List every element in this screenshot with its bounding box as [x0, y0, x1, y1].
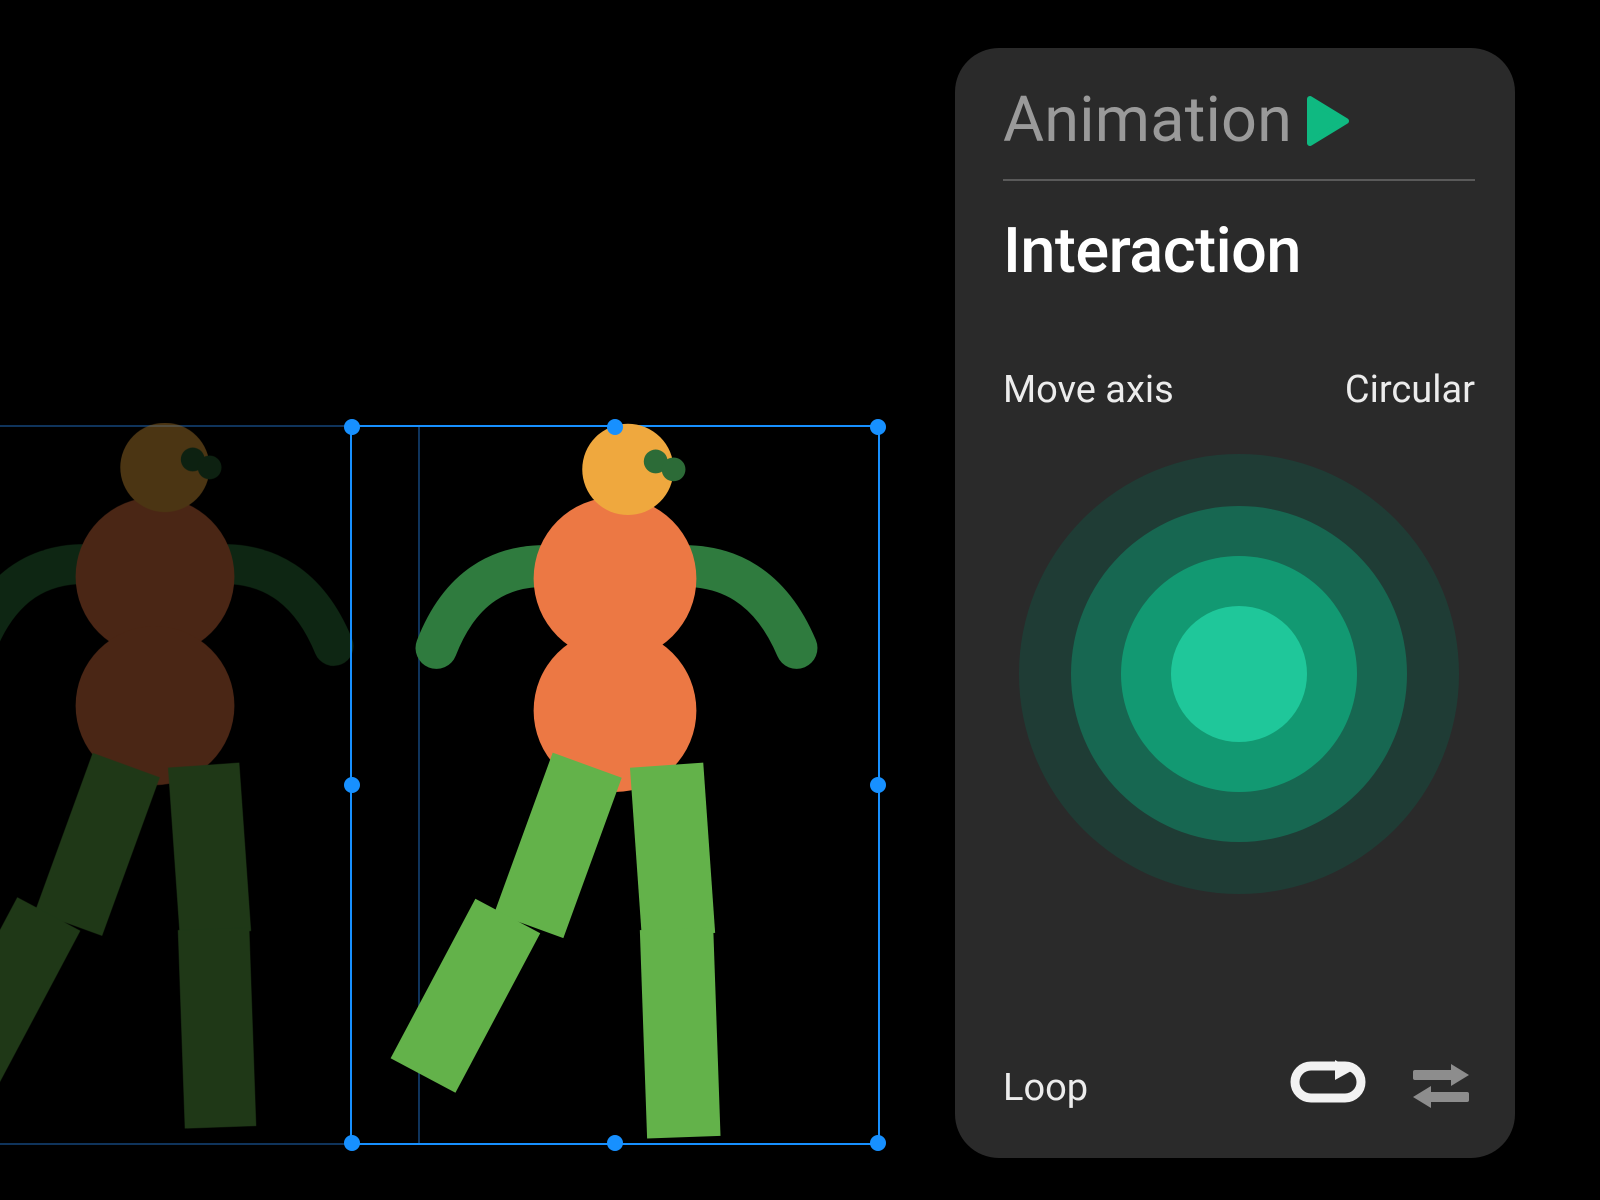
move-axis-row[interactable]: Move axis Circular: [1003, 368, 1475, 412]
selection-handle[interactable]: [870, 777, 886, 793]
swap-arrows-icon[interactable]: [1407, 1058, 1475, 1118]
selection-handle[interactable]: [344, 419, 360, 435]
selection-handle[interactable]: [870, 1135, 886, 1151]
frame-selected[interactable]: [350, 425, 880, 1145]
section-title: Interaction: [1003, 215, 1475, 288]
panel-header: Animation: [1003, 84, 1475, 157]
loop-label: Loop: [1003, 1066, 1088, 1110]
animation-panel: Animation Interaction Move axis Circular…: [955, 48, 1515, 1158]
selection-handle[interactable]: [607, 419, 623, 435]
move-axis-value: Circular: [1345, 368, 1475, 412]
move-axis-label: Move axis: [1003, 368, 1174, 412]
divider: [1003, 179, 1475, 181]
loop-row: Loop: [1003, 1058, 1475, 1118]
loop-icon[interactable]: [1287, 1060, 1371, 1116]
selection-handle[interactable]: [344, 1135, 360, 1151]
selection-handle[interactable]: [870, 419, 886, 435]
panel-title: Animation: [1003, 84, 1292, 157]
selection-handle[interactable]: [607, 1135, 623, 1151]
selection-handle[interactable]: [344, 777, 360, 793]
circular-control[interactable]: [1009, 444, 1469, 904]
figure-graphic: [352, 427, 878, 1143]
play-icon[interactable]: [1306, 95, 1350, 147]
